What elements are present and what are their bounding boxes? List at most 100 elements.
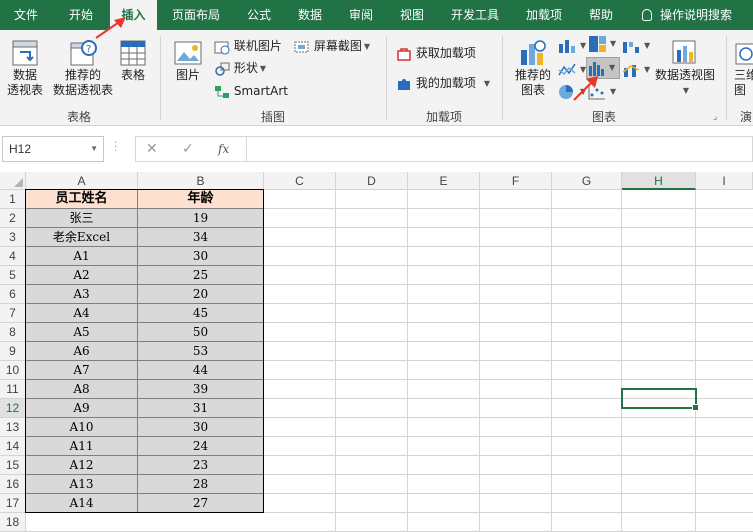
table-cell[interactable]: A2	[26, 266, 138, 285]
column-chart-icon	[559, 39, 575, 53]
tours-group-label: 演	[740, 110, 753, 124]
cancel-icon[interactable]: ✕	[146, 141, 158, 157]
waterfall-chart-dropdown[interactable]: ▼	[622, 36, 650, 55]
formula-input[interactable]	[247, 136, 753, 162]
table-cell[interactable]: 老余Excel	[26, 228, 138, 247]
recommended-charts-label-2: 图表	[520, 83, 545, 97]
online-pictures-button[interactable]: 联机图片	[214, 37, 282, 55]
pivot-table-button[interactable]: 数据 透视表	[4, 38, 46, 98]
column-header-i[interactable]: I	[696, 172, 753, 190]
column-header-a[interactable]: A	[26, 172, 138, 190]
table-cell[interactable]: 34	[138, 228, 264, 247]
table-header-cell[interactable]: 员工姓名	[26, 190, 138, 209]
screenshot-button[interactable]: 屏幕截图 ▼	[294, 37, 370, 56]
tab-formulas[interactable]: 公式	[236, 0, 282, 30]
table-header-cell[interactable]: 年龄	[138, 190, 264, 209]
tab-view[interactable]: 视图	[388, 0, 436, 30]
3d-map-button[interactable]: 三维 图	[734, 38, 753, 98]
chevron-down-icon[interactable]: ▼	[90, 137, 98, 161]
table-cell[interactable]: A6	[26, 342, 138, 361]
drag-handle-icon[interactable]: · · ·	[114, 139, 117, 157]
table-cell[interactable]: A1	[26, 247, 138, 266]
table-cell[interactable]: 27	[138, 494, 264, 513]
table-cell[interactable]: 53	[138, 342, 264, 361]
table-cell[interactable]: 28	[138, 475, 264, 494]
table-cell[interactable]: 45	[138, 304, 264, 323]
get-addins-label: 获取加载项	[415, 46, 476, 60]
enter-icon[interactable]: ✓	[182, 141, 194, 157]
table-cell[interactable]: 24	[138, 437, 264, 456]
table-cell[interactable]: 20	[138, 285, 264, 304]
table-cell[interactable]: A11	[26, 437, 138, 456]
column-header-c[interactable]: C	[264, 172, 336, 190]
table-cell[interactable]: A7	[26, 361, 138, 380]
table-cell[interactable]: A4	[26, 304, 138, 323]
table-cell[interactable]: 张三	[26, 209, 138, 228]
table-cell[interactable]: A13	[26, 475, 138, 494]
chevron-down-icon: ▼	[682, 86, 690, 95]
chevron-down-icon: ▼	[580, 40, 587, 50]
table-cell[interactable]: A5	[26, 323, 138, 342]
tab-addins[interactable]: 加载项	[514, 0, 574, 30]
table-cell[interactable]: A10	[26, 418, 138, 437]
recommended-charts-button[interactable]: 推荐的 图表	[510, 38, 556, 98]
ribbon-tab-bar: 文件 开始 插入 页面布局 公式 数据 审阅 视图 开发工具 加载项 帮助 操作…	[0, 0, 753, 30]
name-box[interactable]: H12 ▼	[2, 136, 104, 162]
column-header-h[interactable]: H	[622, 172, 696, 190]
histogram-chart-icon	[589, 61, 604, 76]
tab-review[interactable]: 审阅	[338, 0, 384, 30]
select-all-button[interactable]	[0, 172, 26, 190]
svg-text:?: ?	[86, 44, 91, 55]
table-cell[interactable]: 30	[138, 418, 264, 437]
column-header-f[interactable]: F	[480, 172, 552, 190]
table-cell[interactable]: 50	[138, 323, 264, 342]
tab-data[interactable]: 数据	[286, 0, 334, 30]
tab-insert[interactable]: 插入	[110, 0, 157, 30]
active-cell[interactable]	[621, 388, 699, 411]
table-cell[interactable]: 23	[138, 456, 264, 475]
my-addins-button[interactable]: 我的加载项 ▼	[396, 74, 490, 93]
combo-chart-dropdown[interactable]: ▼	[622, 60, 650, 79]
tab-page-layout[interactable]: 页面布局	[160, 0, 232, 30]
pivot-chart-button[interactable]: 数据透视图 ▼	[652, 38, 718, 98]
table-cell[interactable]: 44	[138, 361, 264, 380]
name-box-value: H12	[9, 142, 32, 156]
table-button[interactable]: 表格	[116, 38, 150, 83]
table-cell[interactable]: A3	[26, 285, 138, 304]
column-chart-dropdown[interactable]: ▼	[558, 36, 586, 55]
store-icon	[397, 47, 411, 61]
tab-developer[interactable]: 开发工具	[442, 0, 508, 30]
table-cell[interactable]: A8	[26, 380, 138, 399]
line-chart-dropdown[interactable]: ▼	[558, 60, 586, 79]
table-cell[interactable]: 19	[138, 209, 264, 228]
tab-help[interactable]: 帮助	[580, 0, 622, 30]
insert-function-icon[interactable]: fx	[218, 142, 229, 156]
table-cell[interactable]: 39	[138, 380, 264, 399]
table-cell[interactable]: A9	[26, 399, 138, 418]
tab-file[interactable]: 文件	[0, 0, 52, 30]
tab-home[interactable]: 开始	[52, 0, 110, 30]
column-header-e[interactable]: E	[408, 172, 480, 190]
recommended-pivot-button[interactable]: ? 推荐的 数据透视表	[50, 38, 116, 98]
table-cell[interactable]: 30	[138, 247, 264, 266]
chevron-down-icon: ▼	[363, 41, 370, 51]
pie-chart-dropdown[interactable]: ▼	[558, 82, 586, 101]
column-header-d[interactable]: D	[336, 172, 408, 190]
dialog-launcher-icon[interactable]: ⌟	[713, 112, 717, 122]
get-addins-button[interactable]: 获取加载项	[396, 44, 476, 62]
column-header-b[interactable]: B	[138, 172, 264, 190]
scatter-chart-dropdown[interactable]: ▼	[588, 82, 616, 101]
table-cell[interactable]: 25	[138, 266, 264, 285]
online-pictures-label: 联机图片	[233, 39, 282, 53]
statistic-chart-dropdown[interactable]: ▼	[586, 57, 620, 79]
my-addins-label: 我的加载项	[415, 76, 476, 90]
table-cell[interactable]: A12	[26, 456, 138, 475]
table-cell[interactable]: A14	[26, 494, 138, 513]
shapes-button[interactable]: 形状 ▼	[214, 59, 266, 78]
hierarchy-chart-dropdown[interactable]: ▼	[588, 34, 616, 53]
column-header-g[interactable]: G	[552, 172, 622, 190]
tell-me-search[interactable]: 操作说明搜索	[642, 0, 732, 30]
table-cell[interactable]: 31	[138, 399, 264, 418]
pictures-button[interactable]: 图片	[170, 38, 206, 83]
smartart-button[interactable]: SmartArt	[214, 82, 288, 100]
